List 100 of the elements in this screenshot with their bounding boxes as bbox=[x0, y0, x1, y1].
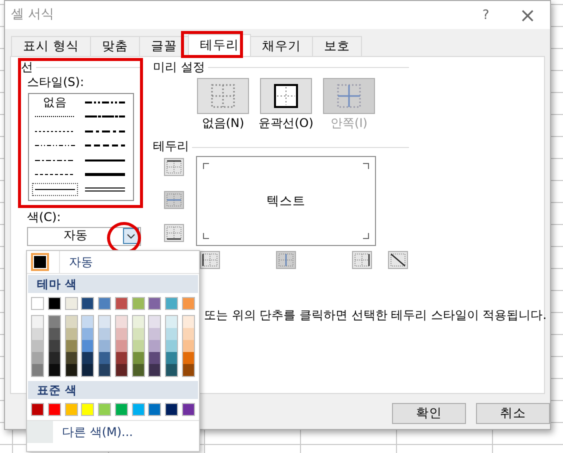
color-swatch[interactable] bbox=[48, 364, 60, 376]
hint-text: 또는 위의 단추를 클릭하면 선택한 테두리 스타일이 적용됩니다. bbox=[204, 308, 544, 323]
menu-heading: 테마 색 bbox=[28, 275, 198, 293]
color-swatch[interactable] bbox=[82, 364, 94, 376]
style-label: 스타일(S): bbox=[26, 76, 86, 90]
color-swatch[interactable] bbox=[132, 352, 144, 364]
tab[interactable]: 테두리 bbox=[188, 34, 251, 56]
border-button[interactable] bbox=[164, 158, 184, 176]
color-swatch[interactable] bbox=[116, 352, 127, 364]
color-swatch[interactable] bbox=[165, 297, 178, 310]
color-swatch[interactable] bbox=[81, 297, 94, 310]
color-swatch[interactable] bbox=[66, 340, 77, 352]
color-swatch[interactable] bbox=[99, 328, 110, 340]
color-swatch[interactable] bbox=[32, 364, 43, 376]
color-swatch[interactable] bbox=[99, 364, 110, 376]
section-label: 미리 설정 bbox=[153, 60, 205, 74]
group-label: 선 bbox=[21, 60, 33, 74]
color-swatch[interactable] bbox=[132, 403, 145, 416]
color-swatch[interactable] bbox=[148, 403, 162, 416]
color-swatch[interactable] bbox=[182, 328, 194, 340]
border-button[interactable] bbox=[388, 250, 408, 269]
color-swatch[interactable] bbox=[31, 403, 44, 416]
color-swatch[interactable] bbox=[182, 316, 194, 328]
color-swatch[interactable] bbox=[31, 297, 44, 310]
color-swatch[interactable] bbox=[32, 316, 43, 328]
menu-item[interactable]: 다른 색(M)... bbox=[53, 421, 133, 443]
color-swatch[interactable] bbox=[132, 316, 144, 328]
color-swatch[interactable] bbox=[82, 316, 94, 328]
color-swatch[interactable] bbox=[114, 403, 128, 416]
color-swatch[interactable] bbox=[32, 352, 43, 364]
line-style-option[interactable] bbox=[32, 182, 78, 196]
color-swatch[interactable] bbox=[48, 403, 61, 416]
color-swatch[interactable] bbox=[66, 352, 77, 364]
color-swatch[interactable] bbox=[149, 328, 160, 340]
chevron-down-icon[interactable] bbox=[123, 228, 139, 244]
color-swatch[interactable] bbox=[99, 352, 110, 364]
menu-item[interactable]: 자동 bbox=[27, 251, 199, 274]
color-swatch[interactable] bbox=[48, 340, 60, 352]
color-swatch[interactable] bbox=[182, 340, 194, 352]
color-swatch[interactable] bbox=[64, 297, 78, 310]
color-swatch[interactable] bbox=[182, 364, 194, 376]
color-swatch[interactable] bbox=[149, 364, 160, 376]
color-swatch[interactable] bbox=[66, 316, 77, 328]
color-swatch[interactable] bbox=[166, 364, 178, 376]
ok-button[interactable]: 확인 bbox=[392, 403, 466, 424]
color-swatch[interactable] bbox=[132, 297, 145, 310]
color-swatch[interactable] bbox=[182, 403, 195, 416]
color-swatch[interactable] bbox=[99, 340, 110, 352]
color-swatch[interactable] bbox=[66, 328, 77, 340]
color-swatch[interactable] bbox=[114, 297, 128, 310]
color-swatch[interactable] bbox=[116, 364, 127, 376]
tab[interactable]: 보호 bbox=[312, 36, 362, 56]
color-swatch[interactable] bbox=[132, 328, 144, 340]
section-label: 테두리 bbox=[153, 140, 189, 154]
color-swatch[interactable] bbox=[149, 340, 160, 352]
color-swatch[interactable] bbox=[166, 352, 178, 364]
window-title: 셀 서식 bbox=[11, 8, 56, 22]
color-swatch[interactable] bbox=[48, 316, 60, 328]
color-swatch[interactable] bbox=[182, 297, 195, 310]
color-swatch[interactable] bbox=[81, 403, 94, 416]
color-swatch[interactable] bbox=[116, 328, 127, 340]
color-swatch[interactable] bbox=[82, 328, 94, 340]
color-dropdown[interactable]: 자동 bbox=[27, 226, 141, 246]
cancel-button[interactable]: 취소 bbox=[476, 403, 550, 424]
color-swatch[interactable] bbox=[48, 328, 60, 340]
preview-text: 텍스트 bbox=[266, 194, 306, 208]
color-swatch[interactable] bbox=[82, 340, 94, 352]
color-swatch[interactable] bbox=[48, 297, 61, 310]
color-swatch[interactable] bbox=[132, 340, 144, 352]
help-button[interactable]: ? bbox=[482, 8, 490, 22]
color-swatch[interactable] bbox=[149, 352, 160, 364]
color-swatch[interactable] bbox=[116, 316, 127, 328]
color-swatch[interactable] bbox=[98, 297, 112, 310]
color-swatch[interactable] bbox=[82, 352, 94, 364]
color-swatch[interactable] bbox=[132, 364, 144, 376]
color-swatch[interactable] bbox=[166, 340, 178, 352]
preset-label: 윤곽선(O) bbox=[258, 117, 314, 131]
color-swatch[interactable] bbox=[99, 316, 110, 328]
preset-label: 없음(N) bbox=[202, 117, 244, 131]
preset-button[interactable] bbox=[260, 78, 312, 114]
close-button[interactable]: × bbox=[519, 3, 536, 27]
border-button[interactable] bbox=[352, 250, 372, 269]
color-swatch[interactable] bbox=[148, 297, 162, 310]
color-swatch[interactable] bbox=[64, 403, 78, 416]
color-swatch[interactable] bbox=[32, 340, 43, 352]
color-swatch[interactable] bbox=[165, 403, 178, 416]
highlight-box bbox=[181, 31, 243, 58]
color-swatch[interactable] bbox=[166, 316, 178, 328]
color-swatch[interactable] bbox=[166, 328, 178, 340]
color-swatch[interactable] bbox=[98, 403, 112, 416]
border-button[interactable] bbox=[164, 224, 184, 242]
color-swatch[interactable] bbox=[32, 328, 43, 340]
color-swatch[interactable] bbox=[48, 352, 60, 364]
line-style-option[interactable]: 없음 bbox=[42, 95, 68, 110]
color-swatch[interactable] bbox=[149, 316, 160, 328]
color-swatch[interactable] bbox=[116, 340, 127, 352]
border-button[interactable] bbox=[200, 250, 220, 269]
tab[interactable]: 표시 형식 bbox=[11, 36, 91, 56]
color-swatch[interactable] bbox=[182, 352, 194, 364]
color-swatch[interactable] bbox=[66, 364, 77, 376]
